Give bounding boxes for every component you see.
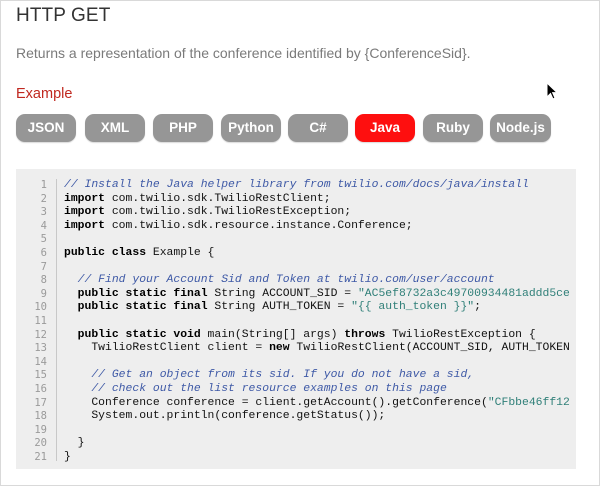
example-label: Example [16,86,73,102]
tab-csharp[interactable]: C# [288,114,348,142]
line-number: 6 [40,247,47,259]
line-number-gutter: 1 2 3 4 5 6 7 8 9 10 11 12 13 14 15 16 17 18 19 20 21 [16,169,54,469]
code-line: TwilioRestClient client = new TwilioRest… [64,342,570,355]
line-number: 7 [40,260,47,273]
mouse-pointer-icon [546,82,558,100]
tab-ruby[interactable]: Ruby [423,114,483,142]
line-number: 11 [34,315,47,327]
tab-java[interactable]: Java [355,114,415,142]
code-line: // Get an object from its sid. If you do… [91,369,475,382]
line-number: 10 [34,301,47,314]
line-number: 4 [40,219,47,232]
code-line: System.out.println(conference.getStatus(… [64,410,386,423]
code-line: public static final String ACCOUNT_SID =… [77,287,570,300]
gutter-divider [56,179,57,461]
line-number: 16 [34,383,47,395]
line-number: 13 [34,342,47,355]
line-number: 2 [40,192,47,205]
tab-json[interactable]: JSON [16,114,76,142]
code-line: Conference conference = client.getAccoun… [64,396,570,409]
line-number: 3 [40,206,47,219]
tab-php[interactable]: PHP [153,114,213,142]
line-number: 18 [34,410,47,423]
line-number: 9 [40,287,47,300]
line-number: 5 [40,233,47,246]
code-line: import com.twilio.sdk.resource.instance.… [64,219,413,232]
line-number: 1 [40,179,47,191]
line-number: 19 [34,423,47,436]
line-number: 14 [34,355,47,368]
code-line: // check out the list resource examples … [91,383,447,395]
code-line: public static final String AUTH_TOKEN = … [77,301,481,314]
code-line: } [64,437,85,450]
code-line: import com.twilio.sdk.TwilioRestExceptio… [64,206,352,219]
line-number: 20 [34,437,47,450]
tab-python[interactable]: Python [221,114,281,142]
line-number: 21 [34,451,47,463]
code-line: // Install the Java helper library from … [64,179,529,191]
code-sample: 1 2 3 4 5 6 7 8 9 10 11 12 13 14 15 16 17 18 19 20 21 // Ins… [16,169,576,469]
code-line: import com.twilio.sdk.TwilioRestClient; [64,192,331,205]
line-number: 8 [40,274,47,287]
line-number: 12 [34,328,47,341]
endpoint-description: Returns a representation of the conferen… [16,45,471,61]
line-number: 17 [34,396,47,409]
line-number: 15 [34,369,47,382]
tab-nodejs[interactable]: Node.js [490,114,551,142]
code-line: public class Example { [64,247,215,259]
code-line: } [64,451,71,463]
tab-xml[interactable]: XML [85,114,145,142]
code-line: // Find your Account Sid and Token at tw… [77,274,495,287]
code-line: public static void main(String[] args) t… [77,328,536,341]
page-title: HTTP GET [16,5,111,26]
